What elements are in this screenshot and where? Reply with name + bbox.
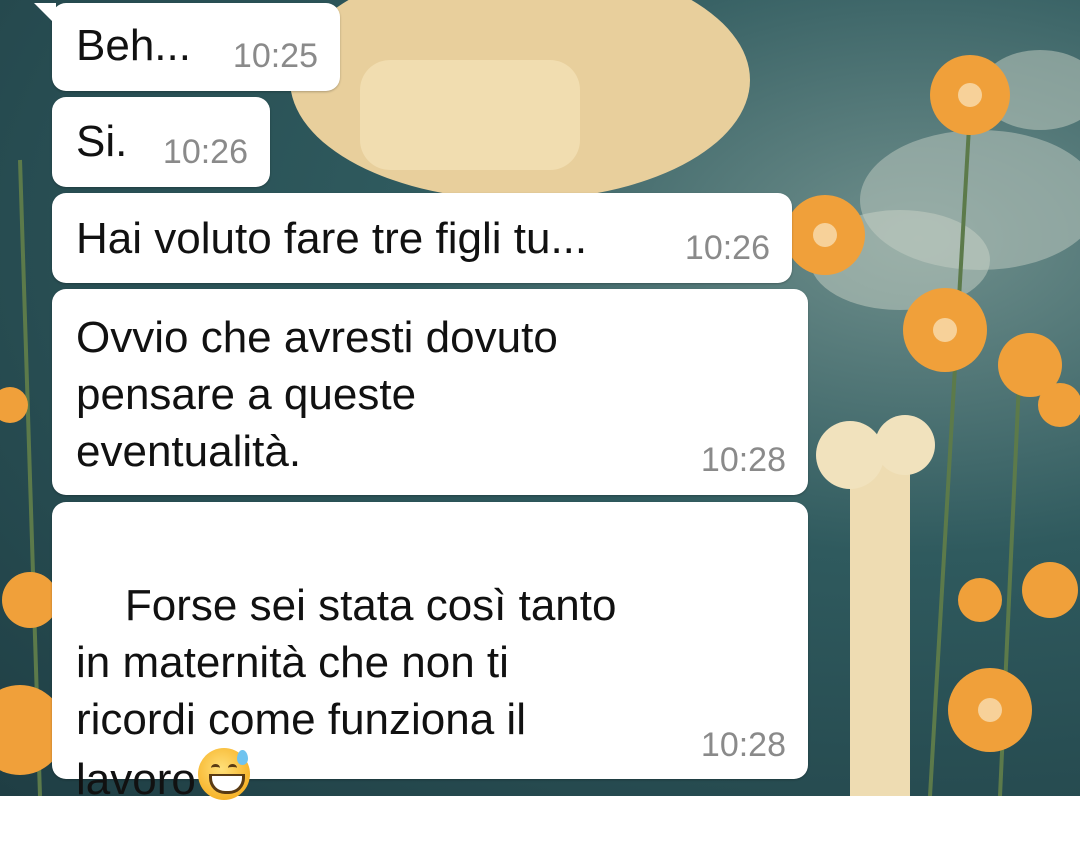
message-text: Forse sei stata così tanto in maternità … xyxy=(76,520,616,865)
message-timestamp: 10:28 xyxy=(700,441,786,479)
message-timestamp: 10:28 xyxy=(700,726,786,764)
bubble-tail xyxy=(34,3,56,25)
message-timestamp: 10:26 xyxy=(162,133,248,171)
message-text-content: Forse sei stata così tanto in maternità … xyxy=(76,581,617,804)
message-text: Si. xyxy=(76,117,128,166)
message-bubble[interactable]: Hai voluto fare tre figli tu... 10:26 xyxy=(52,193,792,283)
message-text: Ovvio che avresti dovuto pensare a quest… xyxy=(76,313,558,476)
message-timestamp: 10:25 xyxy=(232,37,318,75)
message-bubble[interactable]: Beh... 10:25 xyxy=(34,3,340,91)
message-timestamp: 10:26 xyxy=(684,229,770,267)
message-text: Hai voluto fare tre figli tu... xyxy=(76,214,588,263)
message-bubble[interactable]: Ovvio che avresti dovuto pensare a quest… xyxy=(52,289,808,495)
message-bubble[interactable]: Si. 10:26 xyxy=(52,97,270,187)
message-text: Beh... xyxy=(76,21,191,70)
message-bubble[interactable]: Forse sei stata così tanto in maternità … xyxy=(52,502,808,804)
sweat-smile-emoji xyxy=(197,748,250,800)
